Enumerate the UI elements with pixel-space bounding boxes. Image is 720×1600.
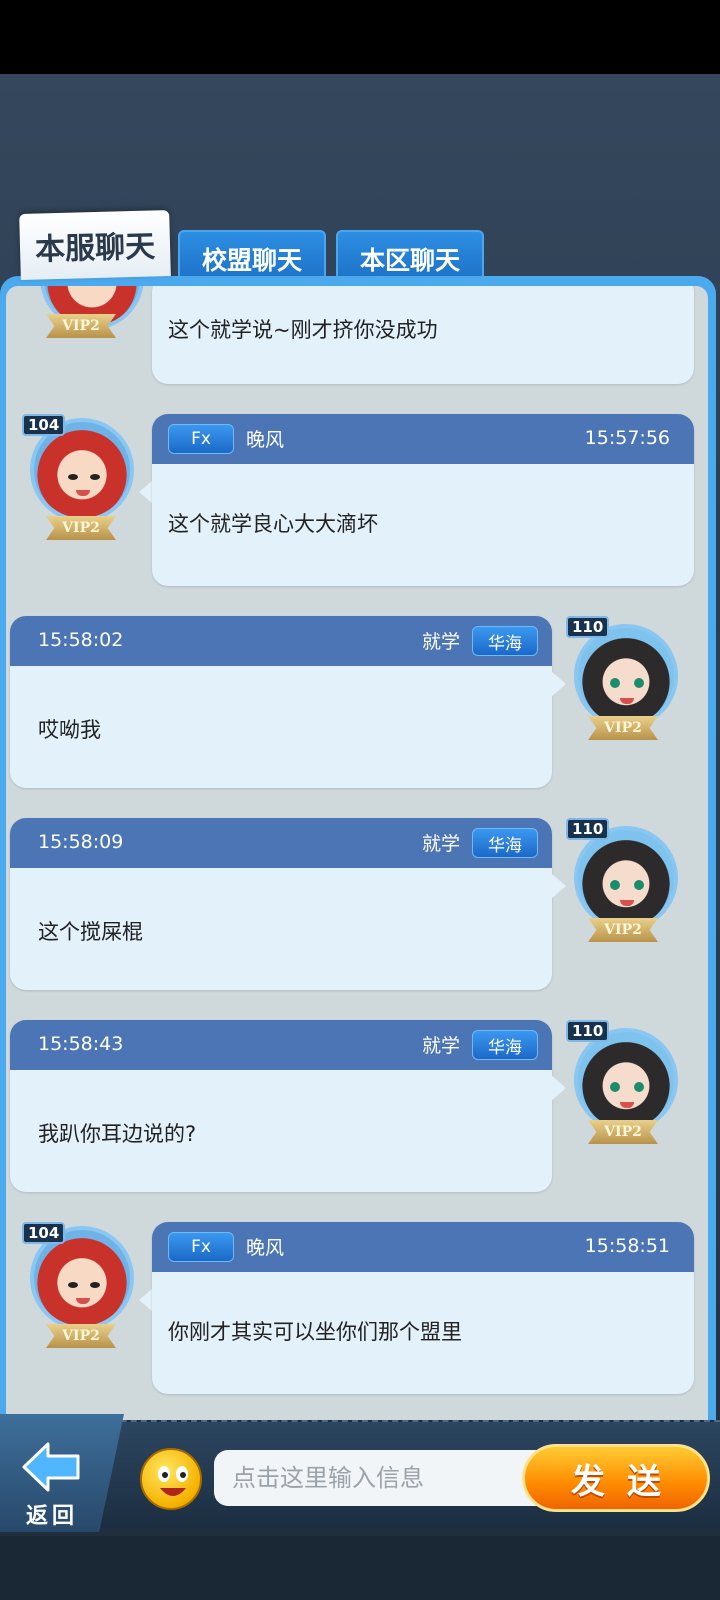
eye-icon (634, 880, 644, 890)
message-header: 15:58:43 就学 华海 (10, 1020, 552, 1070)
level-badge: 104 (22, 414, 66, 436)
send-button[interactable]: 发送 (522, 1444, 710, 1512)
smiley-icon (158, 1466, 188, 1496)
message-text: 你刚才其实可以坐你们那个盟里 (168, 1320, 462, 1344)
message-bubble: 15:58:02 就学 华海 哎呦我 (10, 616, 552, 788)
bubble-tail (552, 1076, 566, 1100)
message-header: Fx 晚风 15:57:56 (152, 414, 694, 464)
message-header: 15:58:02 就学 华海 (10, 616, 552, 666)
status-bar (0, 0, 720, 74)
message-time: 15:58:43 (38, 1033, 124, 1055)
message-text: 这个搅屎棍 (38, 920, 143, 944)
eye-icon (634, 1082, 644, 1092)
bubble-tail (552, 874, 566, 898)
chat-message: 15:58:09 就学 华海 这个搅屎棍 110 VIP2 (6, 818, 708, 998)
avatar[interactable] (574, 624, 678, 728)
mouth-icon (620, 900, 634, 906)
bubble-tail (139, 480, 153, 504)
bubble-tail (552, 672, 566, 696)
message-header: Fx 晚风 15:58:51 (152, 1222, 694, 1272)
avatar[interactable] (574, 1028, 678, 1132)
eye-icon (68, 1282, 78, 1288)
vip-badge: VIP2 (588, 716, 658, 740)
vip-badge: VIP2 (46, 314, 116, 338)
alliance-badge[interactable]: 华海 (472, 828, 538, 858)
message-bubble: 这个就学说~刚才挤你没成功 (152, 286, 694, 384)
alliance-badge[interactable]: Fx (168, 1232, 234, 1262)
message-bubble: Fx 晚风 15:58:51 你刚才其实可以坐你们那个盟里 (152, 1222, 694, 1394)
chat-message: VIP2 这个就学说~刚才挤你没成功 (6, 286, 708, 386)
sender-name[interactable]: 就学 (422, 829, 460, 856)
vip-badge: VIP2 (46, 1324, 116, 1348)
message-header: 15:58:09 就学 华海 (10, 818, 552, 868)
eye-icon (610, 1082, 620, 1092)
bubble-tail (139, 1288, 153, 1312)
message-text: 这个就学良心大大滴坏 (168, 512, 378, 536)
mouth-icon (620, 1102, 634, 1108)
eye-icon (610, 678, 620, 688)
bottom-strip (0, 1536, 720, 1600)
message-bubble: 15:58:09 就学 华海 这个搅屎棍 (10, 818, 552, 990)
message-time: 15:58:51 (584, 1235, 670, 1257)
level-badge: 110 (566, 818, 610, 840)
message-text: 我趴你耳边说的? (38, 1122, 197, 1146)
level-badge: 110 (566, 616, 610, 638)
mouth-icon (76, 1298, 90, 1304)
message-bubble: 15:58:43 就学 华海 我趴你耳边说的? (10, 1020, 552, 1192)
sender-name[interactable]: 就学 (422, 1031, 460, 1058)
emoji-button[interactable] (140, 1448, 202, 1510)
eye-icon (90, 474, 100, 480)
eye-icon (634, 678, 644, 688)
tab-server-chat[interactable]: 本服聊天 (19, 210, 171, 280)
chat-message: 15:58:02 就学 华海 哎呦我 110 VIP2 (6, 616, 708, 796)
message-time: 15:58:02 (38, 629, 124, 651)
eye-icon (90, 1282, 100, 1288)
message-bubble: Fx 晚风 15:57:56 这个就学良心大大滴坏 (152, 414, 694, 586)
chat-message: 104 VIP2 Fx 晚风 15:57:56 这个就学良心大大滴坏 (6, 414, 708, 594)
avatar[interactable] (574, 826, 678, 930)
level-badge: 110 (566, 1020, 610, 1042)
sender-name[interactable]: 晚风 (246, 1233, 284, 1260)
message-time: 15:58:09 (38, 831, 124, 853)
chat-message: 104 VIP2 Fx 晚风 15:58:51 你刚才其实可以坐你们那个盟里 (6, 1222, 708, 1402)
alliance-badge[interactable]: Fx (168, 424, 234, 454)
eye-icon (610, 880, 620, 890)
mouth-icon (76, 490, 90, 496)
vip-badge: VIP2 (588, 1120, 658, 1144)
chat-message: 15:58:43 就学 华海 我趴你耳边说的? 110 VIP2 (6, 1020, 708, 1200)
chat-input[interactable] (214, 1450, 554, 1506)
chat-panel: VIP2 这个就学说~刚才挤你没成功 104 VIP2 Fx 晚风 15:57:… (0, 276, 716, 1422)
alliance-badge[interactable]: 华海 (472, 626, 538, 656)
vip-badge: VIP2 (588, 918, 658, 942)
level-badge: 104 (22, 1222, 66, 1244)
message-text: 哎呦我 (38, 718, 101, 742)
mouth-icon (620, 698, 634, 704)
vip-badge: VIP2 (46, 516, 116, 540)
message-time: 15:57:56 (584, 427, 670, 449)
back-label[interactable]: 返回 (26, 1498, 78, 1530)
eye-icon (68, 474, 78, 480)
sender-name[interactable]: 就学 (422, 627, 460, 654)
chat-list[interactable]: VIP2 这个就学说~刚才挤你没成功 104 VIP2 Fx 晚风 15:57:… (6, 286, 708, 1422)
message-text: 这个就学说~刚才挤你没成功 (168, 318, 438, 342)
alliance-badge[interactable]: 华海 (472, 1030, 538, 1060)
sender-name[interactable]: 晚风 (246, 425, 284, 452)
back-arrow-icon[interactable] (22, 1442, 80, 1492)
